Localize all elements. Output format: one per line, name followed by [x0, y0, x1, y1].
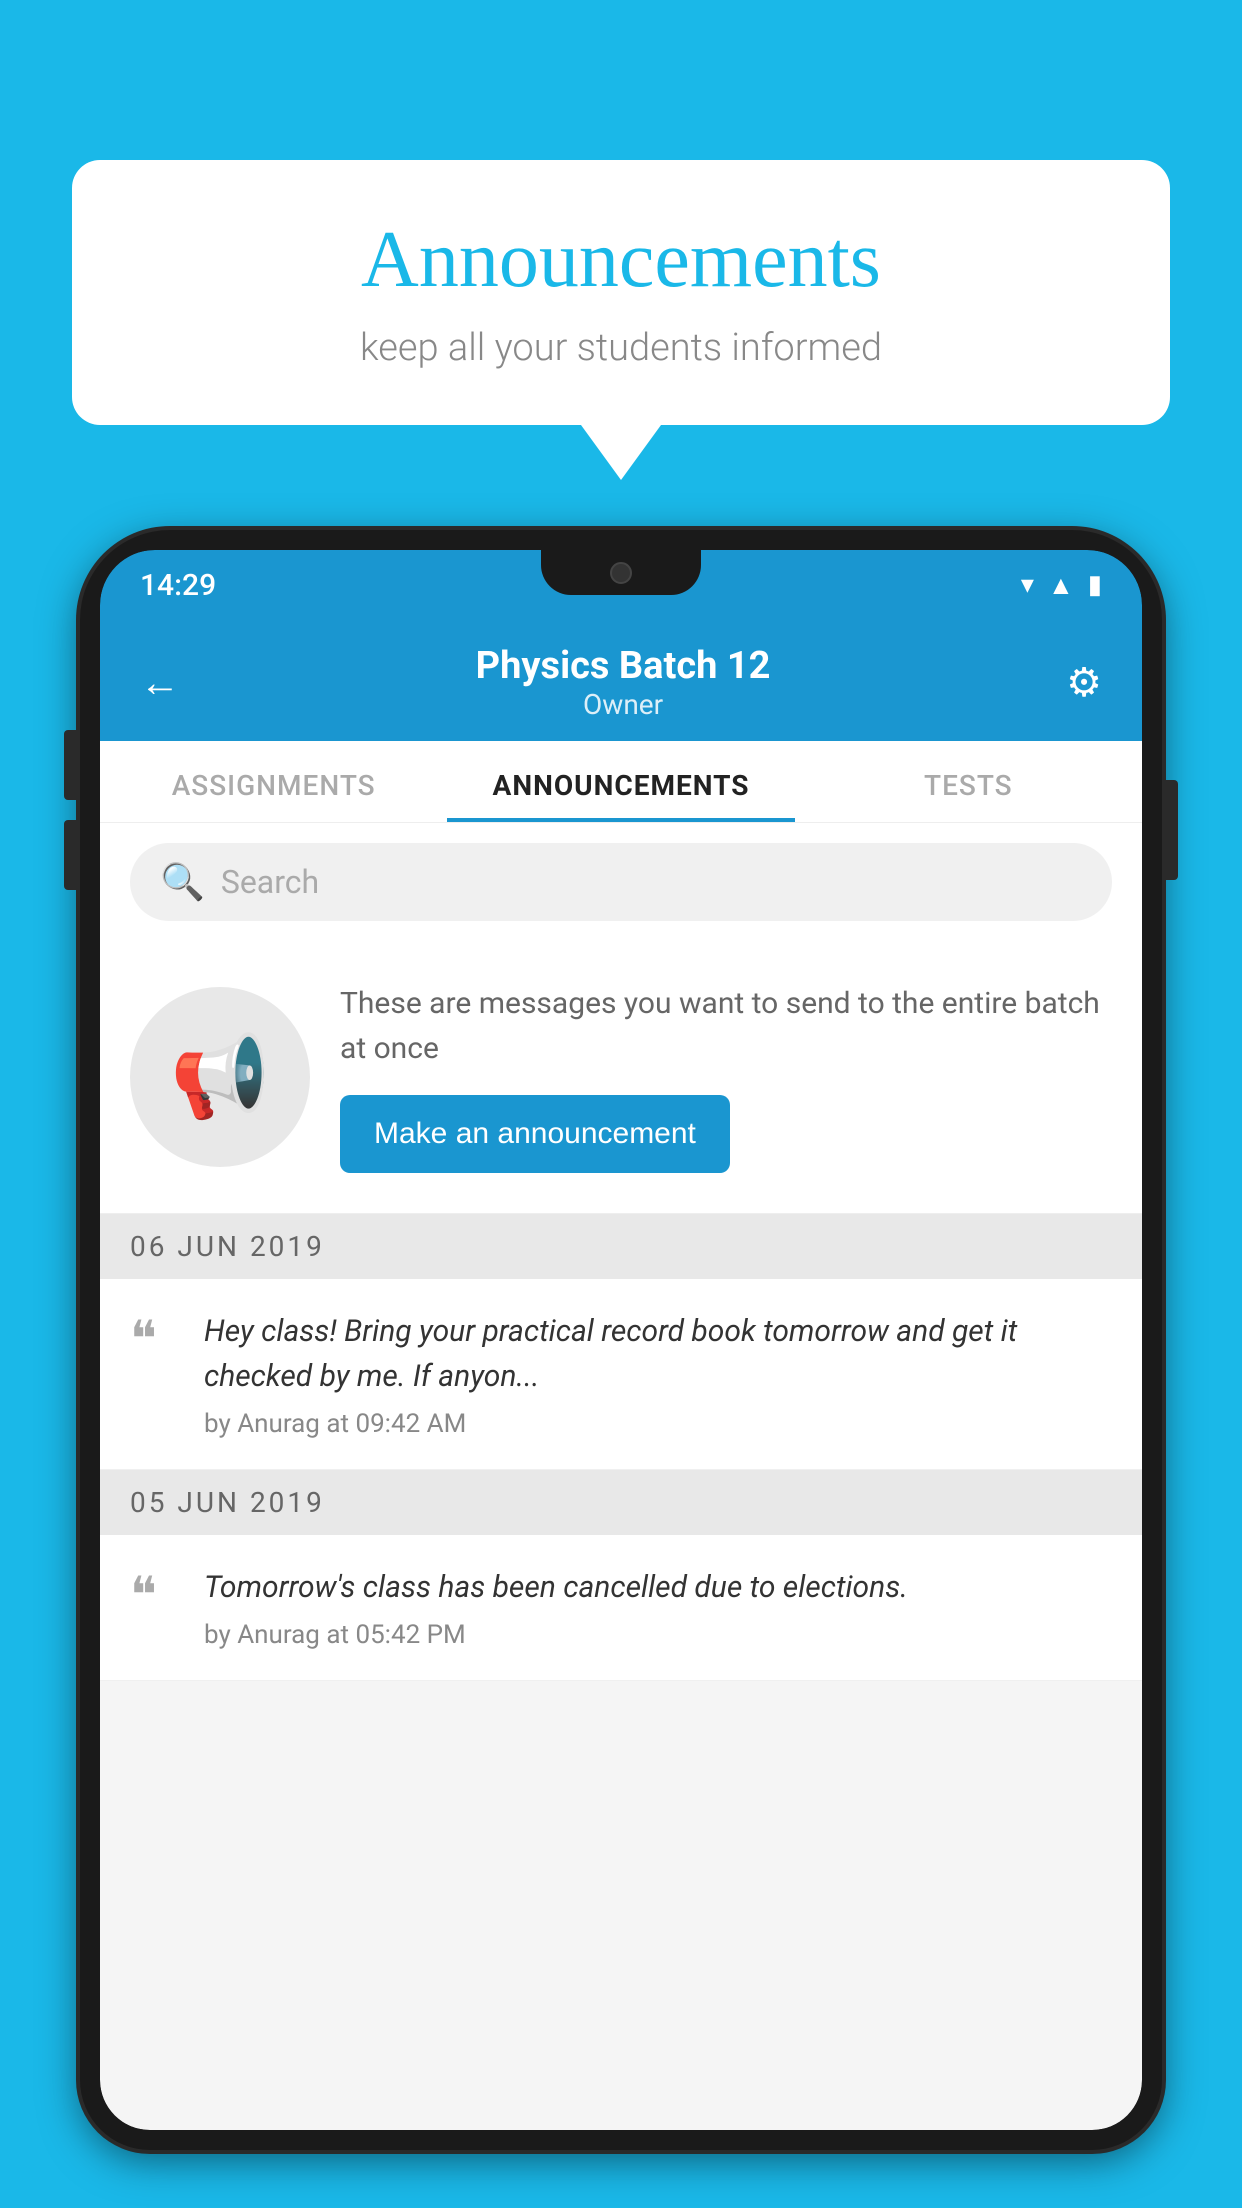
tab-announcements[interactable]: ANNOUNCEMENTS	[447, 741, 794, 822]
settings-button[interactable]: ⚙	[1066, 659, 1102, 706]
promo-card: 📢 These are messages you want to send to…	[100, 941, 1142, 1214]
screen-content: 🔍 Search 📢 These are messages you want t…	[100, 823, 1142, 2130]
bubble-title: Announcements	[132, 215, 1110, 306]
speech-bubble-section: Announcements keep all your students inf…	[72, 160, 1170, 480]
megaphone-icon: 📢	[170, 1030, 270, 1124]
search-bar[interactable]: 🔍 Search	[130, 843, 1112, 921]
bubble-tail	[581, 425, 661, 480]
phone-mockup: 14:29 ▾ ▲ ▮ ← Physics Batch 12 Owner ⚙	[80, 530, 1162, 2208]
search-placeholder: Search	[221, 863, 319, 901]
tab-assignments[interactable]: ASSIGNMENTS	[100, 741, 447, 822]
announcement-meta-2: by Anurag at 05:42 PM	[204, 1620, 1112, 1650]
announcement-content-1: Hey class! Bring your practical record b…	[204, 1309, 1112, 1439]
bubble-subtitle: keep all your students informed	[132, 326, 1110, 370]
announcement-text-1: Hey class! Bring your practical record b…	[204, 1309, 1112, 1399]
batch-title: Physics Batch 12	[476, 644, 771, 688]
date-divider-2: 05 JUN 2019	[100, 1470, 1142, 1535]
tabs-bar: ASSIGNMENTS ANNOUNCEMENTS TESTS	[100, 741, 1142, 823]
search-icon: 🔍	[160, 861, 205, 903]
megaphone-circle: 📢	[130, 987, 310, 1167]
make-announcement-button[interactable]: Make an announcement	[340, 1095, 730, 1173]
volume-down-button	[64, 820, 80, 890]
announcement-item-1[interactable]: ❝ Hey class! Bring your practical record…	[100, 1279, 1142, 1470]
phone-notch	[541, 550, 701, 595]
app-header: ← Physics Batch 12 Owner ⚙	[100, 620, 1142, 741]
power-button	[1162, 780, 1178, 880]
status-time: 14:29	[140, 568, 216, 603]
announcement-meta-1: by Anurag at 09:42 AM	[204, 1409, 1112, 1439]
phone-frame: 14:29 ▾ ▲ ▮ ← Physics Batch 12 Owner ⚙	[80, 530, 1162, 2150]
quote-icon-1: ❝	[130, 1314, 180, 1364]
tab-tests[interactable]: TESTS	[795, 741, 1142, 822]
camera	[610, 562, 632, 584]
speech-bubble: Announcements keep all your students inf…	[72, 160, 1170, 425]
phone-screen: 14:29 ▾ ▲ ▮ ← Physics Batch 12 Owner ⚙	[100, 550, 1142, 2130]
volume-up-button	[64, 730, 80, 800]
back-button[interactable]: ←	[140, 659, 180, 706]
wifi-icon: ▾	[1021, 570, 1034, 600]
announcement-content-2: Tomorrow's class has been cancelled due …	[204, 1565, 1112, 1650]
signal-icon: ▲	[1048, 570, 1074, 601]
announcement-item-2[interactable]: ❝ Tomorrow's class has been cancelled du…	[100, 1535, 1142, 1681]
batch-role: Owner	[476, 688, 771, 721]
promo-content: These are messages you want to send to t…	[340, 981, 1112, 1173]
search-bar-wrapper: 🔍 Search	[100, 823, 1142, 941]
header-title-block: Physics Batch 12 Owner	[476, 644, 771, 721]
status-bar: 14:29 ▾ ▲ ▮	[100, 550, 1142, 620]
status-icons: ▾ ▲ ▮	[1021, 570, 1102, 601]
announcement-text-2: Tomorrow's class has been cancelled due …	[204, 1565, 1112, 1610]
date-divider-1: 06 JUN 2019	[100, 1214, 1142, 1279]
promo-description: These are messages you want to send to t…	[340, 981, 1112, 1071]
battery-icon: ▮	[1088, 570, 1102, 600]
quote-icon-2: ❝	[130, 1570, 180, 1620]
